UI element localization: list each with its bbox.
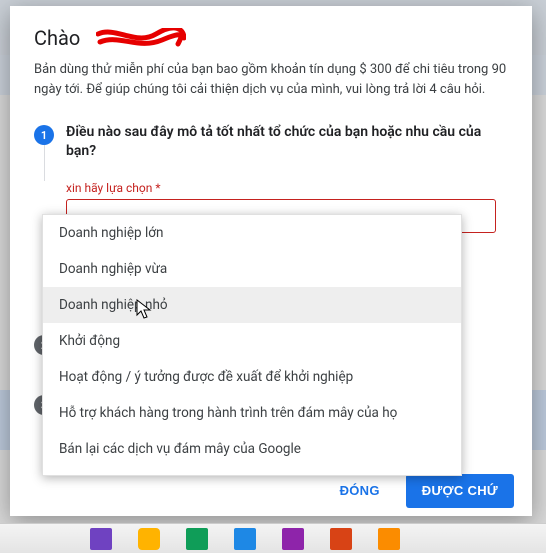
taskbar-app-icon[interactable] xyxy=(138,528,160,550)
dropdown-option[interactable]: Hỗ trợ khách hàng trong hành trình trên … xyxy=(43,395,461,431)
taskbar-app-icon[interactable] xyxy=(186,528,208,550)
mouse-cursor-icon xyxy=(136,299,152,321)
org-type-dropdown[interactable]: Doanh nghiệp lớnDoanh nghiệp vừaDoanh ng… xyxy=(42,214,462,476)
step-1-badge: 1 xyxy=(34,125,54,145)
dropdown-option[interactable]: Doanh nghiệp lớn xyxy=(43,215,461,251)
greeting-prefix: Chào xyxy=(34,26,85,50)
taskbar-app-icon[interactable] xyxy=(378,528,400,550)
greeting-title: Chào Thanh xyxy=(34,26,508,50)
close-button[interactable]: ĐÓNG xyxy=(324,474,396,508)
confirm-button[interactable]: ĐƯỢC CHỨ xyxy=(406,474,514,508)
dropdown-option[interactable]: Hoạt động / ý tưởng được đề xuất để khởi… xyxy=(43,359,461,395)
taskbar-app-icon[interactable] xyxy=(330,528,352,550)
dropdown-option[interactable]: Bán lại các dịch vụ đám mây của Google xyxy=(43,431,461,467)
intro-text: Bản dùng thử miễn phí của bạn bao gồm kh… xyxy=(34,60,508,99)
required-hint: xin hãy lựa chọn * xyxy=(66,181,508,195)
taskbar-app-icon[interactable] xyxy=(90,528,112,550)
step-1-label: Điều nào sau đây mô tả tốt nhất tổ chức … xyxy=(66,123,508,161)
dropdown-option[interactable]: Doanh nghiệp vừa xyxy=(43,251,461,287)
taskbar-app-icon[interactable] xyxy=(282,528,304,550)
dropdown-option[interactable]: Khởi động xyxy=(43,323,461,359)
taskbar xyxy=(0,523,546,553)
taskbar-app-icon[interactable] xyxy=(234,528,256,550)
dropdown-option[interactable]: Doanh nghiệp nhỏ xyxy=(43,287,461,323)
step-1: 1 Điều nào sau đây mô tả tốt nhất tổ chứ… xyxy=(34,117,508,175)
dropdown-option[interactable]: Dự án nhân sự xyxy=(43,467,461,476)
redaction-scribble xyxy=(96,28,186,48)
step-connector xyxy=(44,145,45,181)
